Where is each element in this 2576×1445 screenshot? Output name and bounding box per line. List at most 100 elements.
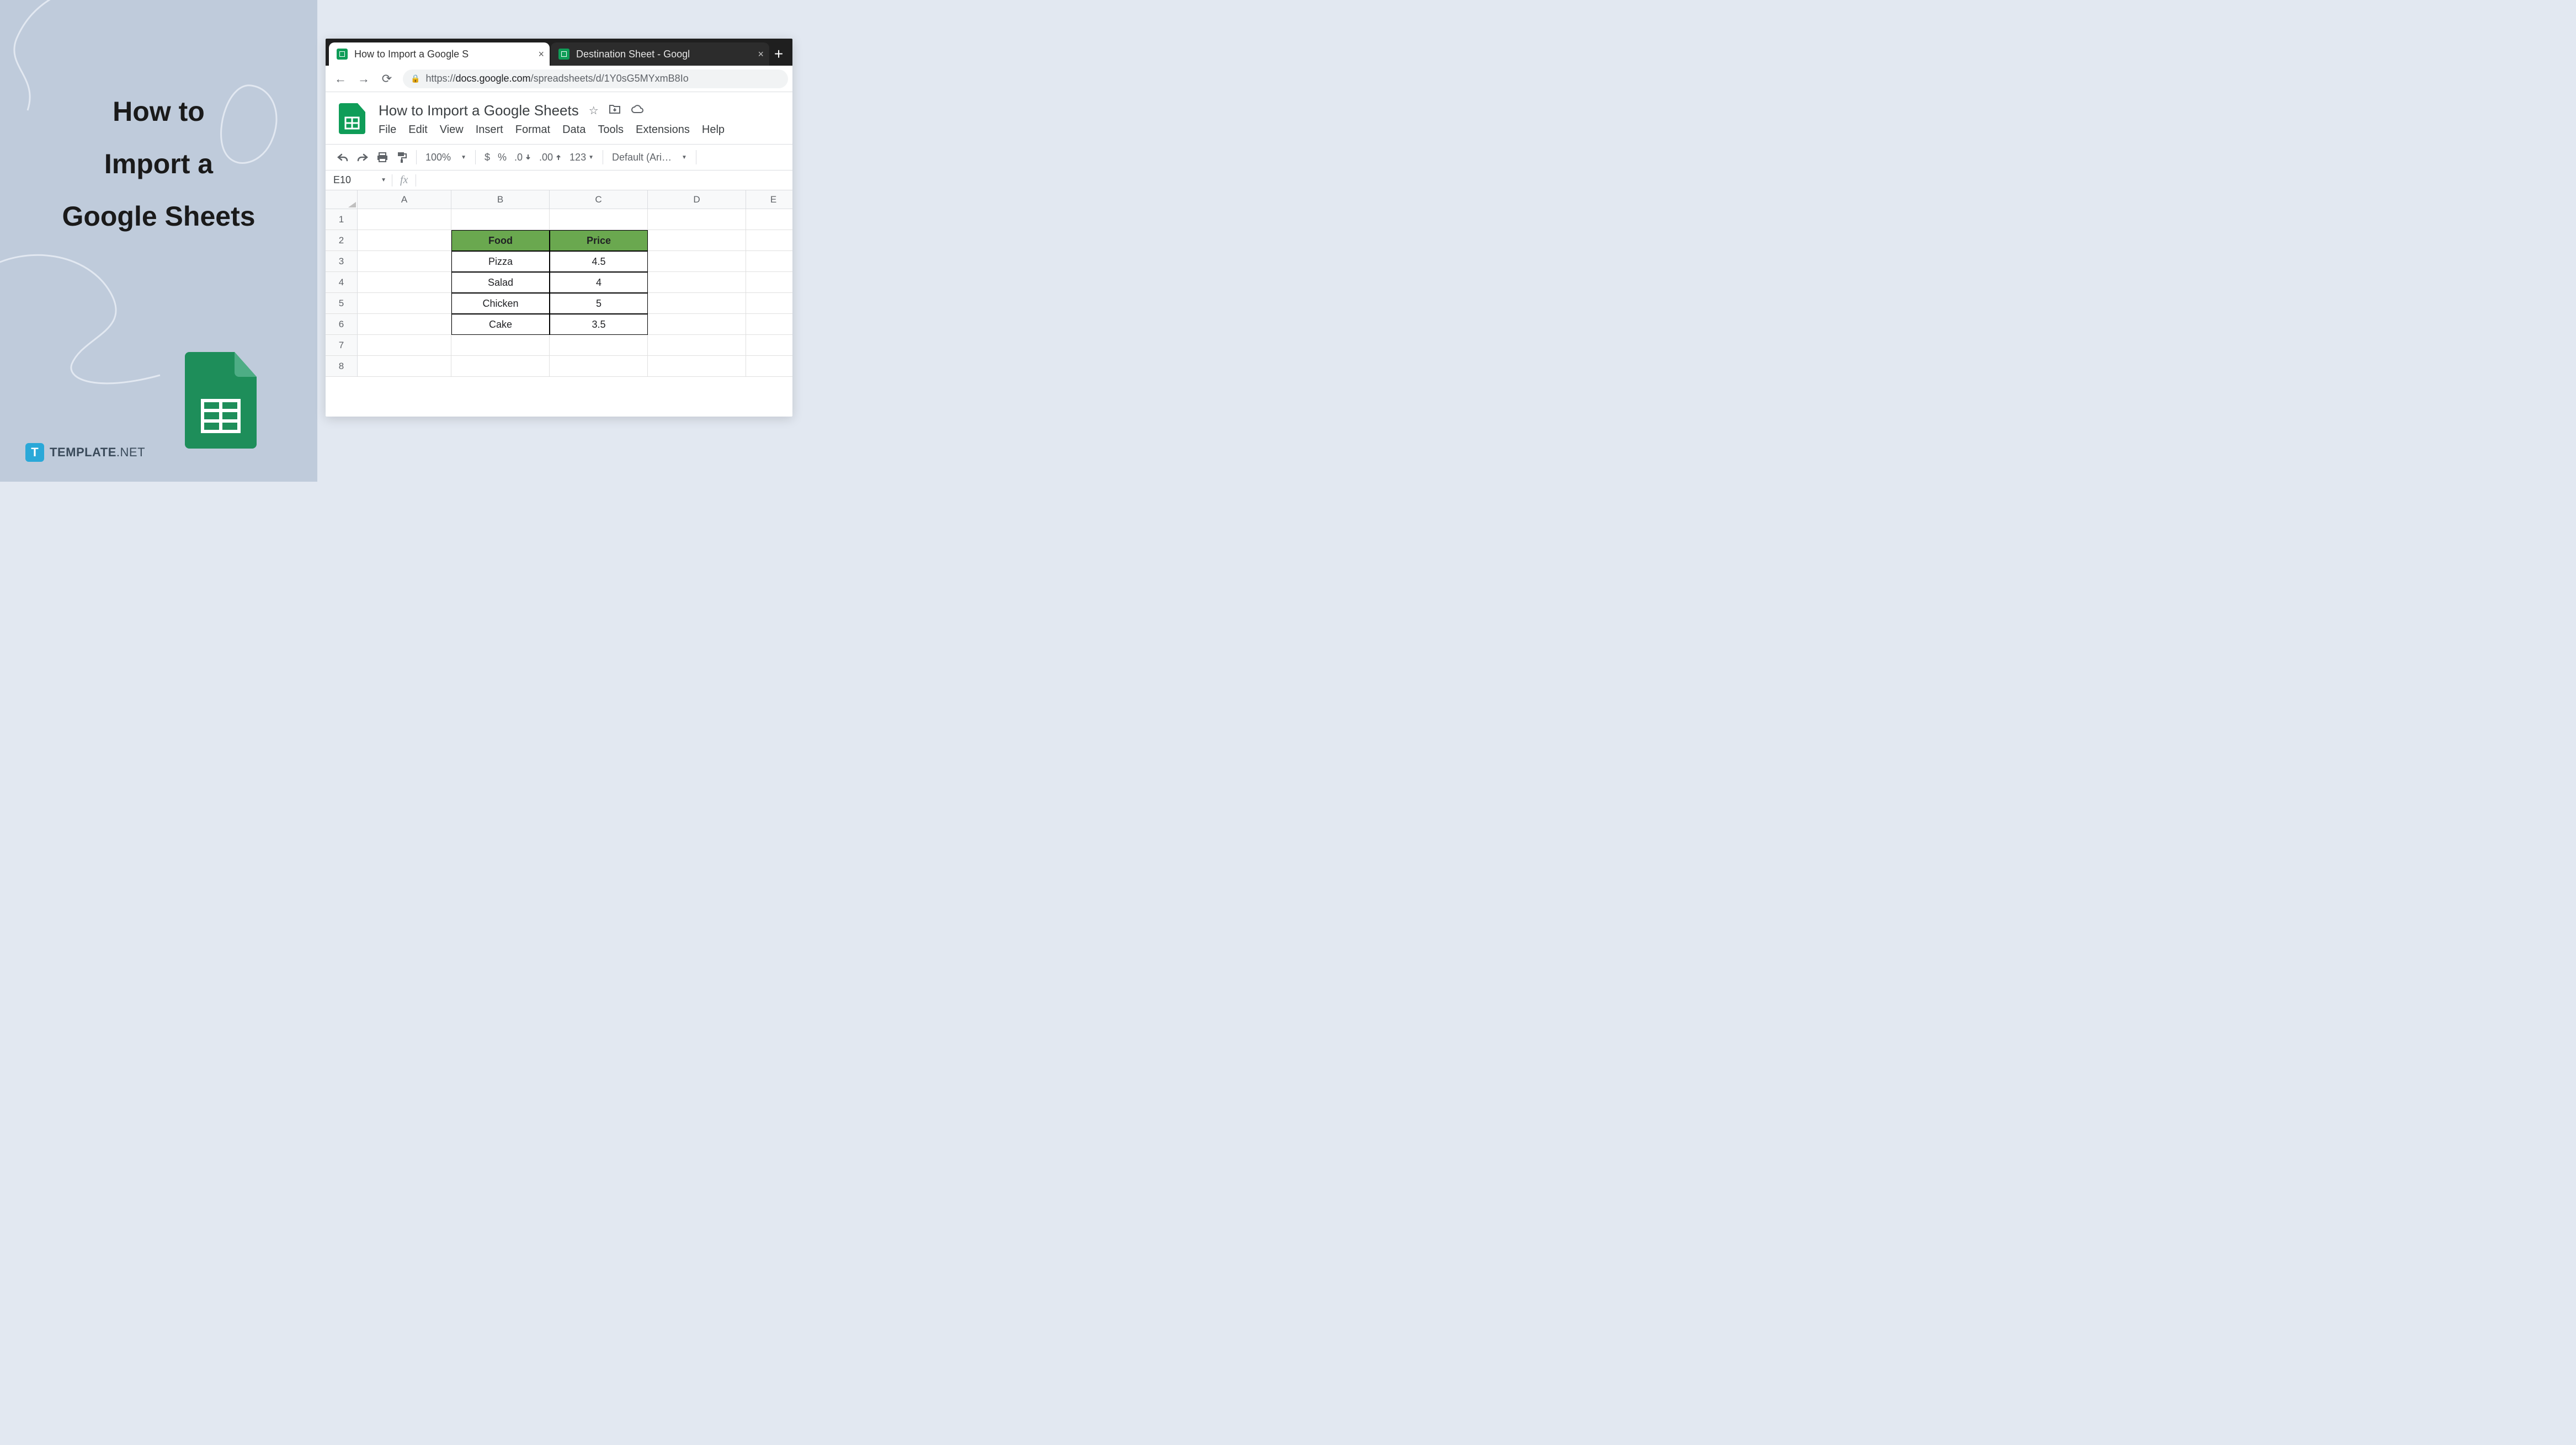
col-header[interactable]: B — [451, 190, 550, 209]
doc-title[interactable]: How to Import a Google Sheets — [379, 102, 579, 119]
new-tab-button[interactable]: + — [770, 42, 787, 66]
menu-edit[interactable]: Edit — [408, 124, 427, 136]
table-cell[interactable]: 3.5 — [550, 314, 648, 335]
cloud-status-icon[interactable] — [631, 104, 644, 118]
increase-decimal-button[interactable]: .00 — [539, 152, 562, 163]
cell[interactable] — [746, 314, 792, 335]
reload-button[interactable]: ⟳ — [380, 72, 394, 86]
table-cell[interactable]: 4.5 — [550, 251, 648, 272]
close-tab-icon[interactable]: × — [538, 49, 544, 60]
cell[interactable] — [358, 209, 451, 230]
menu-bar: File Edit View Insert Format Data Tools … — [379, 124, 725, 136]
paint-format-button[interactable] — [396, 151, 407, 163]
cell[interactable] — [550, 335, 648, 356]
row-header[interactable]: 2 — [326, 230, 358, 251]
font-value: Default (Ari… — [612, 152, 672, 163]
cell[interactable] — [358, 356, 451, 377]
col-header[interactable]: D — [648, 190, 746, 209]
redo-button[interactable] — [356, 152, 369, 162]
column-headers: A B C D E — [358, 190, 792, 209]
col-header[interactable]: C — [550, 190, 648, 209]
cell[interactable] — [746, 293, 792, 314]
cell[interactable] — [746, 251, 792, 272]
menu-data[interactable]: Data — [562, 124, 586, 136]
zoom-select[interactable]: 100% ▼ — [425, 152, 466, 163]
back-button[interactable]: ← — [333, 72, 348, 86]
table-cell[interactable]: 4 — [550, 272, 648, 293]
cell[interactable] — [648, 209, 746, 230]
move-to-folder-icon[interactable] — [609, 104, 621, 118]
menu-view[interactable]: View — [440, 124, 464, 136]
cell[interactable] — [358, 335, 451, 356]
browser-tab-inactive[interactable]: Destination Sheet - Googl × — [551, 42, 769, 66]
forward-button[interactable]: → — [356, 72, 371, 86]
cell[interactable] — [648, 335, 746, 356]
col-header[interactable]: A — [358, 190, 451, 209]
decorative-squiggle-bottom — [0, 248, 177, 403]
cell[interactable] — [550, 356, 648, 377]
cell[interactable] — [358, 293, 451, 314]
percent-button[interactable]: % — [498, 152, 507, 163]
decrease-decimal-button[interactable]: .0 — [514, 152, 531, 163]
number-format-select[interactable]: 123▼ — [570, 152, 594, 163]
heading-line-3: Google Sheets — [0, 190, 317, 243]
cell[interactable] — [358, 251, 451, 272]
toolbar-separator — [475, 150, 476, 164]
table-cell[interactable]: 5 — [550, 293, 648, 314]
menu-insert[interactable]: Insert — [476, 124, 503, 136]
cell[interactable] — [648, 251, 746, 272]
cell[interactable] — [451, 335, 550, 356]
name-box[interactable]: E10 ▼ — [326, 174, 392, 186]
cell[interactable] — [358, 230, 451, 251]
cell[interactable] — [550, 209, 648, 230]
col-header[interactable]: E — [746, 190, 792, 209]
cell[interactable] — [451, 209, 550, 230]
tab-title: How to Import a Google S — [354, 49, 531, 60]
cell[interactable] — [648, 272, 746, 293]
table-cell[interactable]: Pizza — [451, 251, 550, 272]
cell[interactable] — [648, 314, 746, 335]
font-select[interactable]: Default (Ari… ▼ — [612, 152, 687, 163]
table-header-cell[interactable]: Food — [451, 230, 550, 251]
row-header[interactable]: 3 — [326, 251, 358, 272]
cell[interactable] — [451, 356, 550, 377]
cell[interactable] — [648, 356, 746, 377]
menu-tools[interactable]: Tools — [598, 124, 624, 136]
cell[interactable] — [746, 209, 792, 230]
row-header[interactable]: 4 — [326, 272, 358, 293]
table-header-cell[interactable]: Price — [550, 230, 648, 251]
row-header[interactable]: 5 — [326, 293, 358, 314]
cell[interactable] — [358, 314, 451, 335]
cell[interactable] — [358, 272, 451, 293]
row-header[interactable]: 6 — [326, 314, 358, 335]
cell[interactable] — [746, 356, 792, 377]
menu-format[interactable]: Format — [515, 124, 550, 136]
close-tab-icon[interactable]: × — [758, 49, 764, 60]
page-heading: How to Import a Google Sheets — [0, 86, 317, 243]
sheets-app-icon[interactable] — [336, 102, 369, 135]
menu-help[interactable]: Help — [702, 124, 725, 136]
brand-logo: T TEMPLATE.NET — [25, 443, 145, 462]
table-cell[interactable]: Cake — [451, 314, 550, 335]
row-header[interactable]: 7 — [326, 335, 358, 356]
address-bar[interactable]: 🔒 https://docs.google.com/spreadsheets/d… — [403, 70, 788, 88]
currency-button[interactable]: $ — [485, 152, 490, 163]
undo-button[interactable] — [337, 152, 349, 162]
doc-header: How to Import a Google Sheets ☆ File Edi… — [326, 92, 792, 138]
select-all-corner[interactable] — [326, 190, 358, 209]
cell[interactable] — [648, 230, 746, 251]
menu-file[interactable]: File — [379, 124, 396, 136]
cell[interactable] — [746, 272, 792, 293]
star-icon[interactable]: ☆ — [589, 104, 599, 118]
row-header[interactable]: 1 — [326, 209, 358, 230]
browser-tabs-bar: How to Import a Google S × Destination S… — [326, 39, 792, 66]
table-cell[interactable]: Chicken — [451, 293, 550, 314]
cell[interactable] — [746, 335, 792, 356]
cell[interactable] — [746, 230, 792, 251]
menu-extensions[interactable]: Extensions — [636, 124, 690, 136]
table-cell[interactable]: Salad — [451, 272, 550, 293]
row-header[interactable]: 8 — [326, 356, 358, 377]
browser-tab-active[interactable]: How to Import a Google S × — [329, 42, 550, 66]
print-button[interactable] — [376, 152, 388, 163]
cell[interactable] — [648, 293, 746, 314]
